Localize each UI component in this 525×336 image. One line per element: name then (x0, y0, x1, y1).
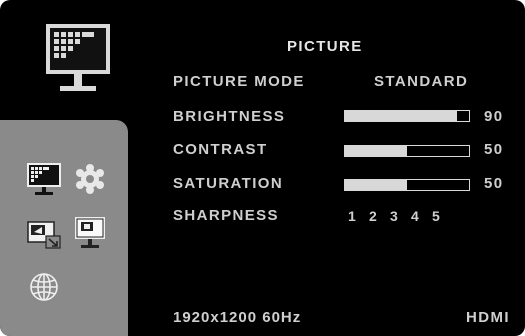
sharpness-option-4[interactable]: 4 (411, 208, 419, 224)
saturation-fill (345, 180, 407, 190)
contrast-fill (345, 146, 407, 156)
globe-icon (30, 273, 58, 301)
sidebar-item-language[interactable] (26, 270, 62, 304)
contrast-slider[interactable] (344, 145, 470, 157)
brightness-label[interactable]: BRIGHTNESS (173, 108, 285, 125)
sharpness-option-2[interactable]: 2 (369, 208, 377, 224)
osd-menu: PICTURE PICTURE MODE STANDARD BRIGHTNESS… (0, 0, 525, 336)
saturation-label[interactable]: SATURATION (173, 175, 283, 192)
sidebar-item-display-position[interactable] (72, 216, 108, 250)
sharpness-label[interactable]: SHARPNESS (173, 207, 279, 224)
gear-icon (76, 164, 104, 194)
brightness-slider[interactable] (344, 110, 470, 122)
menu-title: PICTURE (287, 38, 363, 55)
monitor-position-icon (75, 217, 105, 248)
monitor-picture-icon (27, 163, 61, 195)
sharpness-option-5[interactable]: 5 (432, 208, 440, 224)
sidebar-item-settings[interactable] (72, 162, 108, 196)
input-source-icon (27, 221, 61, 249)
picture-mode-label[interactable]: PICTURE MODE (173, 73, 305, 90)
sharpness-option-1[interactable]: 1 (348, 208, 356, 224)
resolution-status: 1920x1200 60Hz (173, 309, 302, 326)
picture-mode-value[interactable]: STANDARD (374, 73, 468, 90)
saturation-value: 50 (484, 175, 504, 192)
brightness-value: 90 (484, 108, 504, 125)
sidebar-item-input-source[interactable] (26, 218, 62, 252)
contrast-value: 50 (484, 141, 504, 158)
contrast-label[interactable]: CONTRAST (173, 141, 268, 158)
monitor-picture-icon (46, 24, 110, 91)
brightness-fill (345, 111, 457, 121)
sidebar (0, 120, 128, 336)
saturation-slider[interactable] (344, 179, 470, 191)
sidebar-item-picture[interactable] (26, 162, 62, 196)
input-status: HDMI (466, 309, 510, 326)
sharpness-option-3[interactable]: 3 (390, 208, 398, 224)
